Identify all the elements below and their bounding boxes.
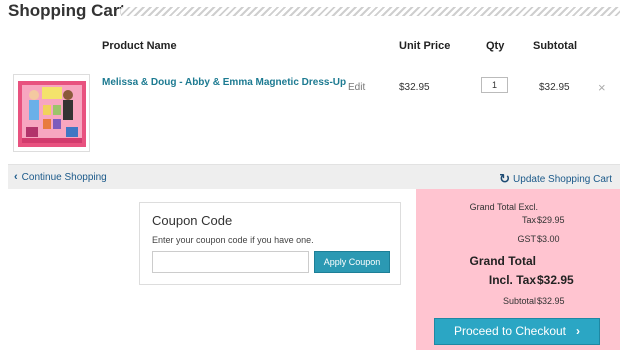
product-thumbnail[interactable] [13, 74, 90, 152]
remove-item-icon[interactable]: × [598, 80, 606, 95]
header-subtotal: Subtotal [533, 40, 577, 52]
coupon-help-text: Enter your coupon code if you have one. [152, 235, 314, 245]
totals-panel: Grand Total Excl. Tax $29.95 GST $3.00 G… [416, 189, 620, 350]
header-product-name: Product Name [102, 40, 177, 52]
product-name-link[interactable]: Melissa & Doug - Abby & Emma Magnetic Dr… [102, 77, 346, 88]
cart-actions-bar: ‹ Continue Shopping ↻ Update Shopping Cart [8, 164, 620, 189]
continue-shopping-label: Continue Shopping [21, 172, 107, 183]
qty-input[interactable] [481, 77, 508, 93]
title-divider [121, 7, 620, 16]
coupon-panel: Coupon Code Enter your coupon code if yo… [139, 202, 401, 285]
update-cart-label: Update Shopping Cart [513, 174, 612, 185]
checkout-label: Proceed to Checkout [453, 324, 567, 338]
gst-value: $3.00 [537, 234, 560, 244]
grand-total-excl-label-line2: Tax [521, 215, 536, 225]
update-cart-link[interactable]: ↻ Update Shopping Cart [499, 171, 612, 187]
grand-total-excl-label-line1: Grand Total Excl. [469, 202, 538, 212]
coupon-input[interactable] [152, 251, 309, 273]
apply-coupon-button[interactable]: Apply Coupon [314, 251, 390, 273]
row-subtotal: $32.95 [539, 82, 570, 93]
grand-total-incl-value: $32.95 [537, 273, 574, 287]
subtotal-label: Subtotal [502, 296, 536, 306]
gst-label: GST [517, 234, 536, 244]
grand-total-incl-label-line1: Grand Total [469, 254, 536, 268]
unit-price: $32.95 [399, 82, 430, 93]
subtotal-value: $32.95 [537, 296, 565, 306]
page-title: Shopping Cart [8, 1, 126, 20]
refresh-icon: ↻ [499, 171, 511, 186]
grand-total-incl-label-line2: Incl. Tax [488, 273, 536, 287]
chevron-right-icon: › [576, 324, 581, 338]
proceed-to-checkout-button[interactable]: Proceed to Checkout › [434, 318, 600, 345]
header-unit-price: Unit Price [399, 40, 451, 52]
grand-total-excl-value: $29.95 [537, 215, 565, 225]
chevron-left-icon: ‹ [14, 171, 18, 183]
edit-link[interactable]: Edit [348, 82, 365, 93]
continue-shopping-link[interactable]: ‹ Continue Shopping [14, 171, 107, 183]
coupon-title: Coupon Code [152, 213, 233, 228]
header-qty: Qty [486, 40, 505, 52]
